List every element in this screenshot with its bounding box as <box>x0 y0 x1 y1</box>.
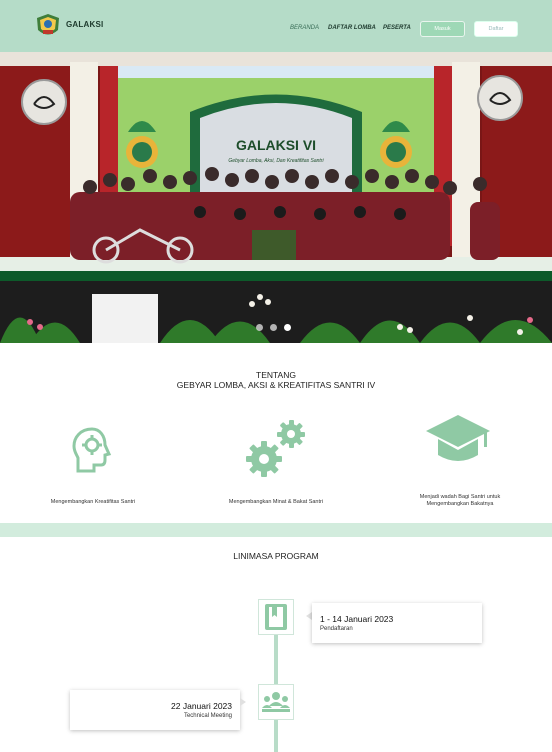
brand-name[interactable]: GALAKSI <box>66 20 103 29</box>
about-section: TENTANG GEBYAR LOMBA, AKSI & KREATIFITAS… <box>0 343 552 523</box>
event-date: 22 Januari 2023 <box>171 701 232 711</box>
feature-label-kreatifitas: Mengembangkan Kreatifitas Santri <box>50 499 136 505</box>
feature-label-wadah-line2: Mengembangkan Bakatnya <box>426 501 494 508</box>
section-divider-band <box>0 523 552 537</box>
banner-title: GALAKSI VI <box>236 137 316 153</box>
register-button[interactable]: Daftar <box>474 21 518 37</box>
meeting-people-icon <box>262 692 290 712</box>
registration-book-icon <box>265 604 287 630</box>
top-navbar: GALAKSI BERANDA DAFTAR LOMBA PESERTA Mas… <box>0 0 552 52</box>
nav-link-peserta[interactable]: PESERTA <box>383 25 411 31</box>
carousel-indicators <box>256 324 291 331</box>
timeline-node-1 <box>258 599 294 635</box>
hero-carousel[interactable]: GALAKSI VI Gebyar Lomba, Aksi, Dan Kreat… <box>0 52 552 343</box>
nav-link-beranda[interactable]: BERANDA <box>290 25 319 31</box>
event-date: 1 - 14 Januari 2023 <box>320 614 394 624</box>
hero-photo: GALAKSI VI Gebyar Lomba, Aksi, Dan Kreat… <box>0 52 552 343</box>
carousel-dot-1[interactable] <box>256 324 263 331</box>
login-button[interactable]: Masuk <box>420 21 465 37</box>
gears-icon <box>246 420 305 477</box>
carousel-dot-2[interactable] <box>270 324 277 331</box>
galaksi-logo[interactable] <box>34 12 62 40</box>
timeline-card-pendaftaran[interactable]: 1 - 14 Januari 2023 Pendaftaran <box>312 603 482 643</box>
timeline-card-pointer-2 <box>240 698 246 706</box>
about-heading: TENTANG <box>256 370 296 380</box>
feature-label-wadah-line1: Menjadi wadah Bagi Santri untuk <box>419 494 501 500</box>
feature-label-minat-bakat: Mengembangkan Minat & Bakat Santri <box>228 499 324 505</box>
timeline-heading: LINIMASA PROGRAM <box>233 551 319 561</box>
head-gear-icon <box>72 427 112 473</box>
graduation-cap-icon <box>426 415 490 461</box>
event-title: Pendaftaran <box>320 626 353 632</box>
feature-label-wadah-bakat: Menjadi wadah Bagi Santri untuk Mengemba… <box>392 494 528 509</box>
timeline-card-technical-meeting[interactable]: 22 Januari 2023 Technical Meeting <box>70 690 240 730</box>
event-title: Technical Meeting <box>183 713 232 719</box>
timeline-node-2 <box>258 684 294 720</box>
carousel-dot-3[interactable] <box>284 324 291 331</box>
nav-link-daftar-lomba[interactable]: DAFTAR LOMBA <box>328 25 376 31</box>
banner-subtitle: Gebyar Lomba, Aksi, Dan Kreatifitas Sant… <box>228 158 324 164</box>
about-subheading: GEBYAR LOMBA, AKSI & KREATIFITAS SANTRI … <box>176 380 376 390</box>
